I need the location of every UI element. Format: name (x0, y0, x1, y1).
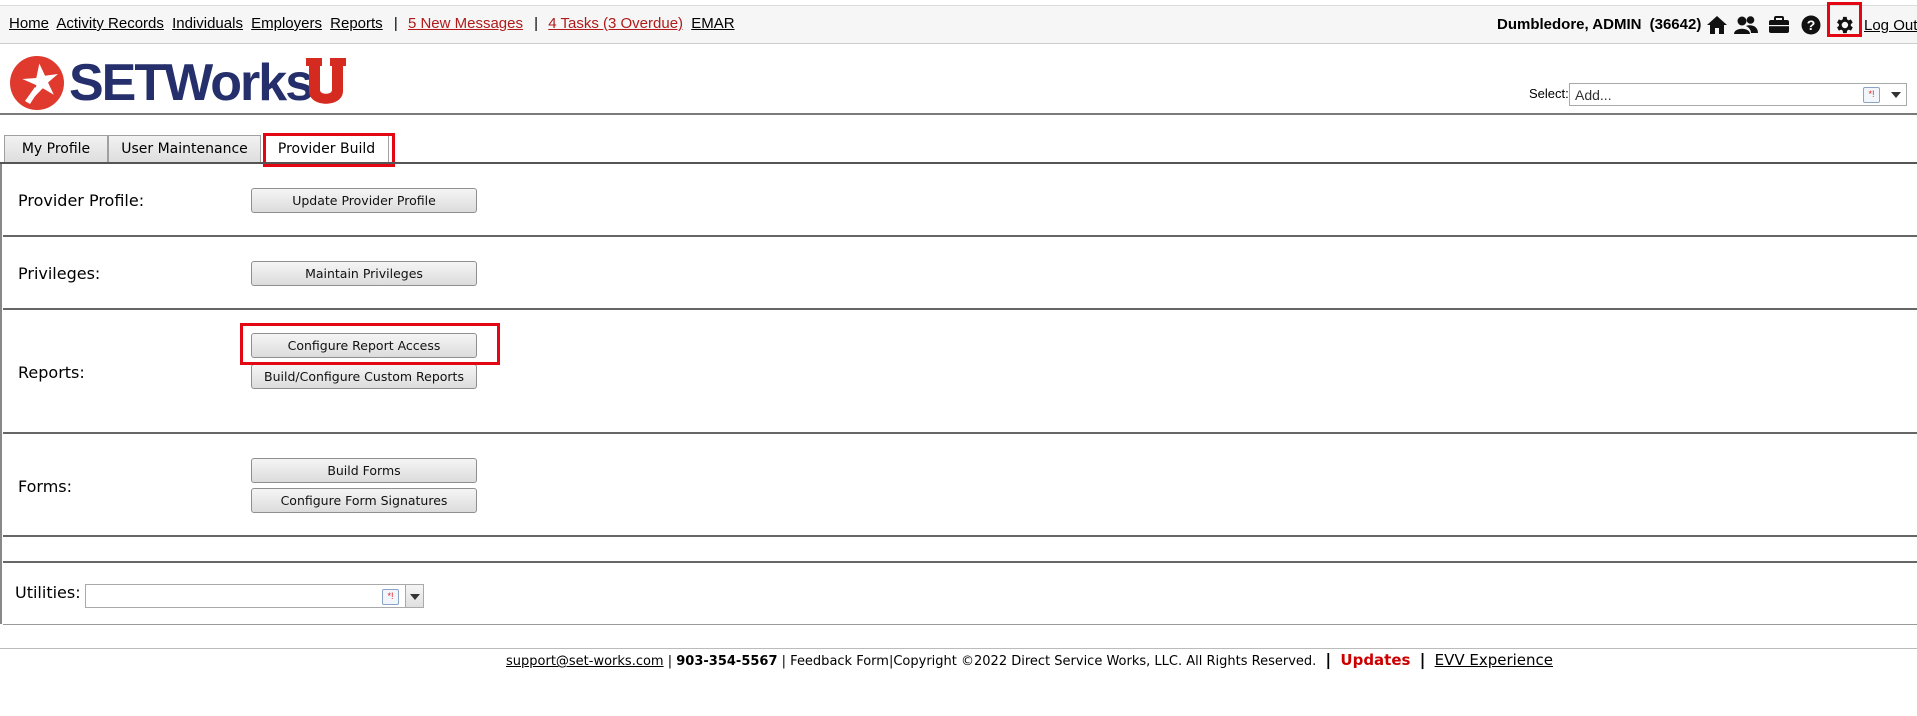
required-flag-icon: *! (1863, 87, 1880, 103)
feedback-form-link[interactable]: Feedback Form (790, 654, 889, 669)
footer-separator: | (1419, 650, 1426, 669)
select-placeholder: Add... (1575, 87, 1612, 103)
logout-link[interactable]: Log Out (1864, 17, 1917, 34)
nav-activity-records-link[interactable]: Activity Records (56, 15, 164, 32)
utilities-select-input[interactable]: *! (85, 584, 405, 608)
help-icon[interactable]: ? (1799, 13, 1823, 37)
footer-separator: | (1325, 650, 1332, 669)
nav-employers-link[interactable]: Employers (251, 15, 322, 32)
support-phone: 903-354-5567 (676, 654, 778, 669)
header-divider (0, 113, 1917, 115)
footer-divider (0, 648, 1917, 649)
footer: support@set-works.com | 903-354-5567 | F… (506, 650, 1553, 669)
nav-individuals-link[interactable]: Individuals (172, 15, 243, 32)
nav-links: Home Activity Records Individuals Employ… (9, 15, 739, 32)
footer-separator: | (667, 654, 677, 669)
maintain-privileges-button[interactable]: Maintain Privileges (251, 261, 477, 286)
configure-form-signatures-button[interactable]: Configure Form Signatures (251, 488, 477, 513)
nav-separator: | (393, 15, 398, 32)
people-icon[interactable] (1734, 13, 1758, 37)
section-divider (3, 624, 1917, 625)
top-navigation-bar: Home Activity Records Individuals Employ… (0, 5, 1917, 44)
user-name: Dumbledore, ADMIN (1497, 16, 1642, 33)
logo-text: SETWorks (69, 54, 314, 112)
utilities-label: Utilities: (15, 583, 81, 602)
update-provider-profile-button[interactable]: Update Provider Profile (251, 188, 477, 213)
chevron-down-icon (410, 594, 420, 600)
gear-highlight-frame (1827, 2, 1862, 37)
chevron-down-icon[interactable] (1891, 92, 1901, 98)
briefcase-icon[interactable] (1767, 13, 1791, 37)
forms-label: Forms: (18, 477, 73, 496)
section-divider (3, 535, 1917, 537)
select-label: Select: (1529, 86, 1569, 101)
user-id: (36642) (1649, 16, 1702, 33)
report-access-highlight-frame (240, 323, 500, 365)
section-divider (3, 432, 1917, 434)
updates-link[interactable]: Updates (1340, 651, 1410, 669)
setworks-logo: SETWorks (9, 54, 354, 112)
build-custom-reports-button[interactable]: Build/Configure Custom Reports (251, 364, 477, 389)
nav-home-link[interactable]: Home (9, 15, 49, 32)
add-select-dropdown[interactable]: Add... *! (1569, 83, 1907, 106)
tabs-divider (0, 162, 1917, 164)
section-divider (3, 235, 1917, 237)
nav-reports-link[interactable]: Reports (330, 15, 383, 32)
support-email-link[interactable]: support@set-works.com (506, 654, 664, 669)
reports-label: Reports: (18, 363, 85, 382)
nav-emar-link[interactable]: EMAR (691, 15, 734, 32)
evv-experience-link[interactable]: EVV Experience (1435, 651, 1553, 669)
logo-u-mark (306, 58, 346, 104)
build-forms-button[interactable]: Build Forms (251, 458, 477, 483)
tab-my-profile[interactable]: My Profile (4, 135, 108, 162)
footer-separator: | (781, 654, 791, 669)
logo-star-icon (10, 56, 64, 110)
tasks-link[interactable]: 4 Tasks (3 Overdue) (548, 15, 683, 32)
section-divider (3, 308, 1917, 310)
svg-text:?: ? (1807, 17, 1816, 33)
home-icon[interactable] (1705, 13, 1729, 37)
section-divider (3, 561, 1917, 563)
copyright-text: Copyright ©2022 Direct Service Works, LL… (893, 654, 1317, 669)
nav-separator: | (534, 15, 539, 32)
current-user: Dumbledore, ADMIN (36642) (1497, 16, 1701, 33)
new-messages-link[interactable]: 5 New Messages (408, 15, 523, 32)
privileges-label: Privileges: (18, 264, 101, 283)
provider-profile-label: Provider Profile: (18, 191, 145, 210)
tab-user-maintenance[interactable]: User Maintenance (108, 135, 261, 162)
required-flag-icon: *! (382, 589, 399, 605)
content-left-border (0, 164, 2, 624)
utilities-dropdown-button[interactable] (405, 584, 424, 608)
